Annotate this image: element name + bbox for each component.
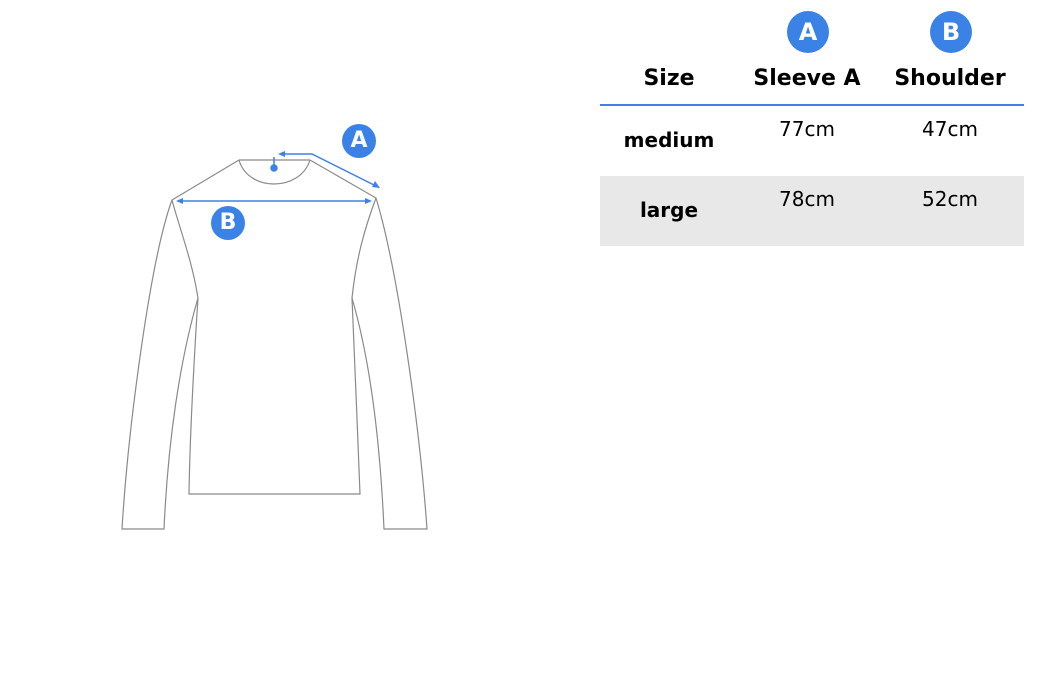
sleeve-a-badge: A	[787, 11, 829, 53]
right-sleeve-outline	[309, 159, 428, 530]
shoulder-b-badge: B	[930, 11, 972, 53]
body-outline	[188, 297, 361, 495]
long-sleeve-shirt-outline	[121, 151, 428, 530]
header-badge-row: A B	[600, 8, 1024, 56]
shoulder-value: 47cm	[922, 117, 978, 141]
sleeve-value: 77cm	[779, 117, 835, 141]
shoulder-value: 52cm	[922, 187, 978, 211]
neck-point-dot	[270, 164, 278, 172]
sleeve-value: 78cm	[779, 187, 835, 211]
size-cell: large	[639, 198, 699, 222]
size-chart-table: A B Size Sleeve A Shoulder medium 77cm 4…	[600, 8, 1024, 246]
measurement-b-arrowhead-left	[176, 198, 183, 204]
size-cell: medium	[623, 128, 715, 152]
table-row: large 78cm 52cm	[600, 176, 1024, 246]
marker-a-badge: A	[342, 124, 376, 158]
garment-diagram: A B	[0, 0, 600, 700]
header-sleeve-a: Sleeve A	[753, 66, 861, 91]
table-header-row: Size Sleeve A Shoulder	[600, 56, 1024, 106]
measurement-a-arrowhead-start	[278, 151, 285, 157]
measurement-b-arrowhead-right	[365, 198, 372, 204]
header-shoulder: Shoulder	[894, 66, 1006, 91]
header-size: Size	[643, 66, 695, 91]
table-row: medium 77cm 47cm	[600, 106, 1024, 176]
measurement-a-line	[282, 153, 377, 187]
marker-b-badge: B	[211, 206, 245, 240]
